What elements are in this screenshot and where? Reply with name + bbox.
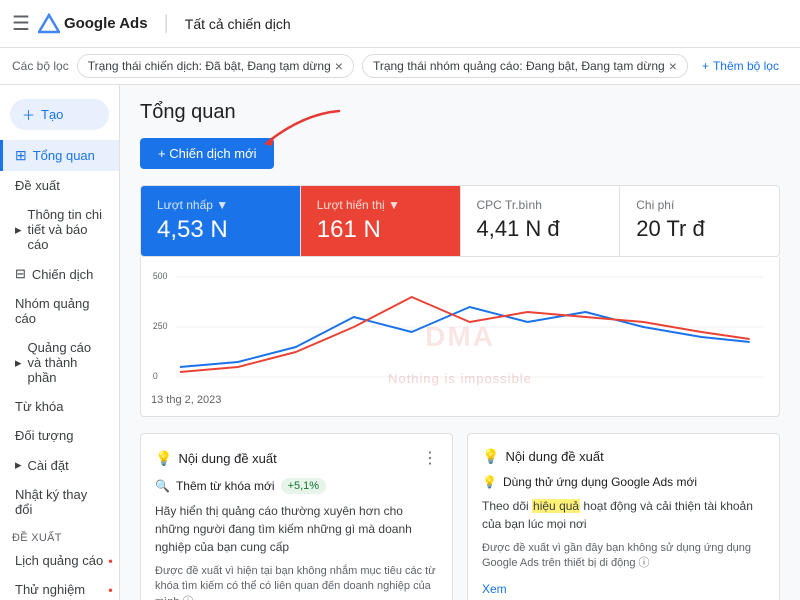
metric-clicks-value: 4,53 N: [157, 216, 284, 244]
sidebar-item-campaigns[interactable]: ⊟ Chiến dịch: [0, 259, 119, 289]
topbar-title: Google Ads: [64, 15, 148, 32]
svg-text:0: 0: [153, 371, 158, 381]
card-1-title: Nội dung đề xuất: [178, 451, 276, 466]
sidebar-item-adgroups[interactable]: Nhóm quảng cáo: [0, 289, 119, 333]
metric-impressions[interactable]: Lượt hiển thị ▼ 161 N: [301, 186, 461, 256]
highlight-text: hiệu quả: [532, 499, 580, 513]
chevron-icon: ▸: [15, 457, 22, 473]
sidebar-item-audience[interactable]: Đối tượng: [0, 421, 119, 450]
plus-icon: +: [702, 59, 709, 73]
topbar-separator: |: [164, 12, 169, 35]
card-1-header: 💡 Nội dung đề xuất ⋮: [155, 448, 438, 468]
suggestion-card-1: 💡 Nội dung đề xuất ⋮ 🔍 Thêm từ khóa mới …: [140, 433, 453, 600]
card-1-body: Hãy hiển thị quảng cáo thường xuyên hơn …: [155, 502, 438, 556]
card-2-actions: Xem: [482, 582, 765, 596]
card-1-tag: +5,1%: [281, 478, 327, 494]
sidebar-item-overview[interactable]: ⊞ Tổng quan: [0, 140, 119, 171]
suggestion-card-2: 💡 Nội dung đề xuất 💡 Dùng thử ứng dụng G…: [467, 433, 780, 600]
sidebar-section-suggestions: Đề xuất: [0, 524, 119, 546]
cards-row: 💡 Nội dung đề xuất ⋮ 🔍 Thêm từ khóa mới …: [140, 433, 780, 600]
metric-cost-value: 20 Tr đ: [636, 216, 763, 242]
sidebar-item-suggestions[interactable]: Đề xuất: [0, 171, 119, 200]
card-2-icon: 💡: [482, 448, 499, 465]
menu-icon[interactable]: ☰: [12, 11, 30, 36]
sidebar-item-ads[interactable]: ▸ Quảng cáo và thành phần: [0, 333, 119, 392]
metric-cost[interactable]: Chi phí 20 Tr đ: [620, 186, 779, 256]
card-2-title: Nội dung đề xuất: [505, 449, 603, 464]
metrics-row: Lượt nhấp ▼ 4,53 N Lượt hiển thị ▼ 161 N…: [140, 185, 780, 257]
card-2-header: 💡 Nội dung đề xuất: [482, 448, 765, 465]
filter-chip-2[interactable]: Trạng thái nhóm quảng cáo: Đang bật, Đan…: [362, 54, 688, 78]
add-filter-button[interactable]: + Thêm bộ lọc: [696, 56, 785, 76]
sidebar-item-changelog[interactable]: Nhật ký thay đổi: [0, 480, 119, 524]
performance-chart: 500 250 0: [151, 267, 769, 387]
chart-x-label: 13 thg 2, 2023: [151, 394, 769, 406]
card-1-sub-text: Thêm từ khóa mới: [176, 479, 275, 493]
card-1-menu[interactable]: ⋮: [422, 448, 438, 468]
main-layout: ＋ Tạo ⊞ Tổng quan Đề xuất ▸ Thông tin ch…: [0, 85, 800, 600]
filter-label: Các bộ lọc: [12, 59, 69, 73]
card-1-subtitle: 🔍 Thêm từ khóa mới +5,1%: [155, 478, 438, 494]
home-icon: ⊞: [15, 147, 27, 164]
card-2-bulb-icon: 💡: [482, 475, 497, 489]
metric-cpc[interactable]: CPC Tr.bình 4,41 N đ: [461, 186, 621, 256]
svg-text:500: 500: [153, 271, 168, 281]
filter-close-1[interactable]: ×: [335, 58, 343, 74]
svg-text:250: 250: [153, 321, 168, 331]
new-campaign-area: + Chiến dịch mới: [140, 138, 274, 169]
chart-area: DMA Nothing is impossible 500 250 0 13 t…: [140, 257, 780, 417]
card-1-icon: 💡: [155, 450, 172, 467]
google-ads-logo-icon: [38, 13, 60, 35]
card-1-note: Được đề xuất vì hiện tại bạn không nhắm …: [155, 564, 438, 600]
card-2-subtitle: 💡 Dùng thử ứng dụng Google Ads mới: [482, 475, 765, 489]
new-campaign-button[interactable]: + Chiến dịch mới: [140, 138, 274, 169]
metric-impressions-header: Lượt hiển thị ▼: [317, 198, 444, 212]
logo: Google Ads: [38, 13, 148, 35]
card-2-body: Theo dõi hiệu quả hoạt động và cải thiện…: [482, 497, 765, 533]
filter-close-2[interactable]: ×: [669, 58, 677, 74]
metric-impressions-value: 161 N: [317, 216, 444, 244]
plus-icon: ＋: [22, 105, 35, 124]
metric-clicks-header: Lượt nhấp ▼: [157, 198, 284, 212]
card-1-search-icon: 🔍: [155, 479, 170, 493]
sidebar-item-reports[interactable]: ▸ Thông tin chi tiết và báo cáo: [0, 200, 119, 259]
filterbar: Các bộ lọc Trạng thái chiến dịch: Đã bật…: [0, 48, 800, 85]
view-button-2[interactable]: Xem: [482, 582, 507, 596]
main-content: Tổng quan + Chiến dịch mới Lượt nhấp ▼ 4…: [120, 85, 800, 600]
metric-cpc-value: 4,41 N đ: [477, 216, 604, 242]
metric-clicks[interactable]: Lượt nhấp ▼ 4,53 N: [141, 186, 301, 256]
card-2-sub-text: Dùng thử ứng dụng Google Ads mới: [503, 475, 697, 489]
sidebar: ＋ Tạo ⊞ Tổng quan Đề xuất ▸ Thông tin ch…: [0, 85, 120, 600]
metric-cpc-header: CPC Tr.bình: [477, 198, 604, 212]
page-title: Tổng quan: [140, 101, 780, 124]
metric-cost-header: Chi phí: [636, 198, 763, 212]
campaign-icon: ⊟: [15, 266, 26, 282]
topbar: ☰ Google Ads | Tất cả chiến dịch: [0, 0, 800, 48]
sidebar-item-experiments[interactable]: Thử nghiệm: [0, 575, 119, 600]
chevron-icon: ▸: [15, 355, 22, 371]
sidebar-item-settings[interactable]: ▸ Cài đặt: [0, 450, 119, 480]
sidebar-item-ad-schedule[interactable]: Lịch quảng cáo: [0, 546, 119, 575]
filter-chip-1[interactable]: Trạng thái chiến dịch: Đã bật, Đang tạm …: [77, 54, 354, 78]
topbar-campaign-label: Tất cả chiến dịch: [185, 16, 291, 32]
chevron-icon: ▸: [15, 222, 22, 238]
card-2-note: Được đề xuất vì gần đây bạn không sử dụn…: [482, 541, 765, 572]
sidebar-item-keywords[interactable]: Từ khóa: [0, 392, 119, 421]
create-button[interactable]: ＋ Tạo: [10, 99, 109, 130]
